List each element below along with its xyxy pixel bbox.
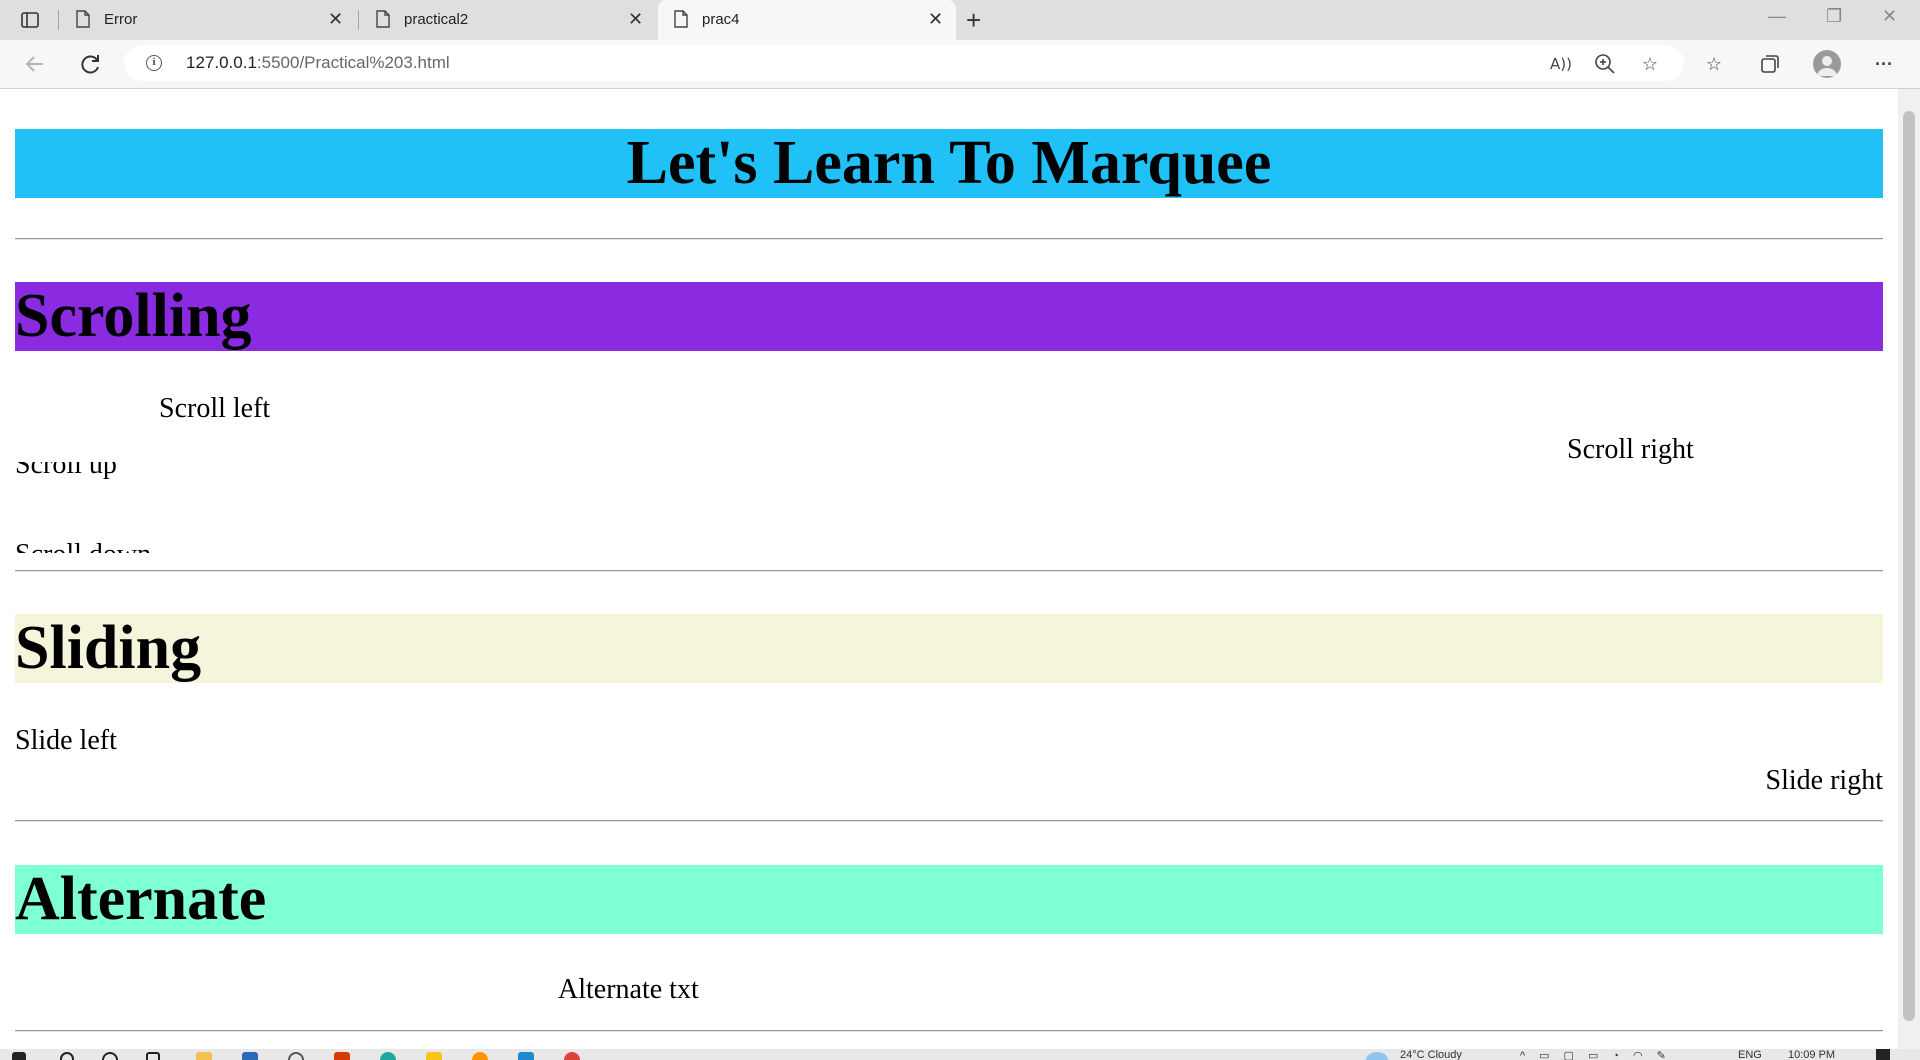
- refresh-icon[interactable]: [76, 50, 104, 78]
- url-path: :5500/Practical%203.html: [256, 53, 450, 72]
- toolbar: i 127.0.0.1:5500/Practical%203.html A)) …: [0, 40, 1920, 89]
- tab-prac4[interactable]: prac4 ✕: [658, 0, 956, 40]
- main-heading-band: Let's Learn To Marquee: [15, 129, 1883, 198]
- url-text: 127.0.0.1:5500/Practical%203.html: [186, 53, 450, 73]
- collections-icon[interactable]: [1758, 52, 1782, 76]
- chrome-icon[interactable]: [564, 1052, 580, 1060]
- divider: [15, 570, 1883, 572]
- tab-title: practical2: [404, 11, 469, 28]
- windows-start-icon[interactable]: [12, 1052, 26, 1060]
- firefox-icon[interactable]: [472, 1052, 488, 1060]
- clock[interactable]: 10:09 PM: [1788, 1049, 1835, 1060]
- page-scrollbar[interactable]: [1898, 89, 1920, 1049]
- marquee-scroll-up-box: Scroll up: [15, 462, 315, 485]
- site-info-icon[interactable]: i: [146, 55, 162, 71]
- vscode-icon[interactable]: [518, 1052, 534, 1060]
- new-tab-button[interactable]: +: [966, 6, 981, 34]
- page-icon: [376, 10, 390, 28]
- sliding-band: Sliding: [15, 614, 1883, 683]
- read-aloud-icon[interactable]: A)): [1549, 52, 1573, 76]
- tab-strip: Error ✕ practical2 ✕ prac4 ✕ + — ❐ ✕: [0, 0, 1920, 40]
- close-window-icon[interactable]: ✕: [1882, 6, 1897, 27]
- marquee-slide-left: Slide left: [15, 725, 117, 756]
- page-content: Let's Learn To Marquee Scrolling Scroll …: [0, 89, 1898, 1049]
- scrollbar-thumb[interactable]: [1903, 111, 1915, 1021]
- chat-icon[interactable]: [288, 1052, 304, 1060]
- divider: [15, 238, 1883, 240]
- close-tab-icon[interactable]: ✕: [328, 9, 343, 29]
- back-icon[interactable]: [21, 50, 49, 78]
- marquee-scroll-right: Scroll right: [1567, 434, 1694, 465]
- marquee-scroll-down-box: Scroll down: [15, 539, 315, 553]
- restore-icon[interactable]: ❐: [1826, 6, 1842, 27]
- main-heading: Let's Learn To Marquee: [626, 129, 1272, 197]
- divider: [15, 1030, 1883, 1032]
- file-explorer-icon[interactable]: [196, 1052, 212, 1060]
- weather-text[interactable]: 24°C Cloudy: [1400, 1049, 1462, 1060]
- marquee-scroll-down: Scroll down: [15, 539, 151, 553]
- marquee-alternate: Alternate txt: [558, 974, 699, 1005]
- office-icon[interactable]: [334, 1052, 350, 1060]
- notification-icon[interactable]: [1876, 1049, 1890, 1060]
- close-tab-icon[interactable]: ✕: [628, 9, 643, 29]
- scrolling-heading: Scrolling: [15, 282, 252, 350]
- divider: [15, 820, 1883, 822]
- tab-error[interactable]: Error ✕: [60, 0, 358, 40]
- weather-icon[interactable]: [1366, 1052, 1388, 1060]
- windows-taskbar: 24°C Cloudy ^▭▢▭◔◠✎ ENG 10:09 PM: [0, 1049, 1920, 1060]
- minimize-icon[interactable]: —: [1768, 6, 1786, 27]
- marquee-scroll-left: Scroll left: [159, 393, 271, 424]
- address-bar[interactable]: i 127.0.0.1:5500/Practical%203.html: [124, 45, 1684, 81]
- marquee-slide-right: Slide right: [1765, 765, 1883, 796]
- alternate-heading: Alternate: [15, 865, 267, 933]
- url-host: 127.0.0.1: [186, 53, 257, 72]
- marquee-scroll-up: Scroll up: [15, 462, 117, 480]
- tab-title: prac4: [702, 11, 740, 28]
- app-icon[interactable]: [426, 1052, 442, 1060]
- cortana-icon[interactable]: [102, 1052, 118, 1060]
- store-icon[interactable]: [242, 1052, 258, 1060]
- language-indicator[interactable]: ENG: [1738, 1049, 1762, 1060]
- page-icon: [674, 10, 688, 28]
- add-favorite-icon[interactable]: ☆: [1638, 52, 1662, 76]
- tab-title: Error: [104, 11, 138, 28]
- sliding-heading: Sliding: [15, 614, 202, 682]
- search-icon[interactable]: [60, 1052, 74, 1060]
- profile-avatar[interactable]: [1813, 50, 1841, 78]
- close-tab-icon[interactable]: ✕: [928, 9, 943, 29]
- favorites-icon[interactable]: ☆: [1702, 52, 1726, 76]
- zoom-icon[interactable]: [1593, 52, 1617, 76]
- more-icon[interactable]: ···: [1872, 52, 1896, 76]
- scrolling-band: Scrolling: [15, 282, 1883, 351]
- tray-icons[interactable]: ^▭▢▭◔◠✎: [1520, 1049, 1680, 1060]
- edge-icon[interactable]: [380, 1052, 396, 1060]
- page-icon: [76, 10, 90, 28]
- tab-actions-icon[interactable]: [20, 10, 40, 30]
- task-view-icon[interactable]: [146, 1052, 160, 1060]
- alternate-band: Alternate: [15, 865, 1883, 934]
- tab-practical2[interactable]: practical2 ✕: [360, 0, 658, 40]
